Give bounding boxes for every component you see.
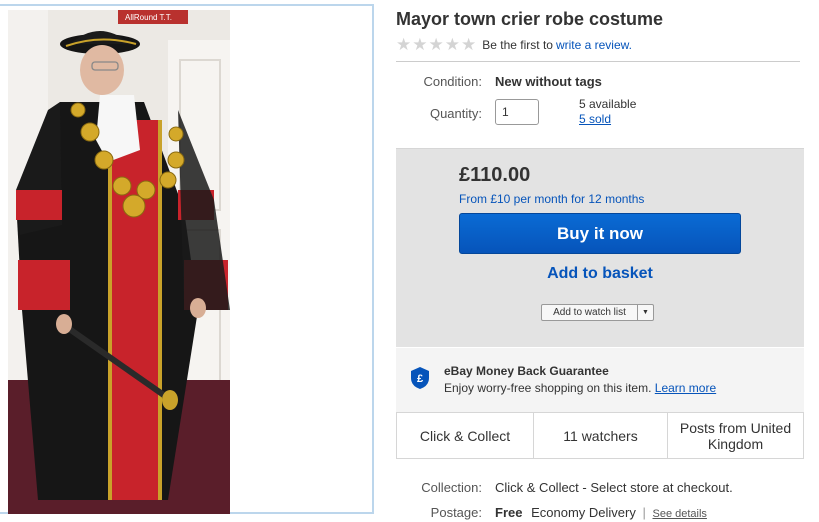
write-review-link[interactable]: write a review.	[556, 38, 632, 52]
star-rating: ★ ★ ★ ★ ★	[396, 34, 477, 55]
shield-icon: £	[411, 367, 429, 389]
postage-free: Free	[495, 505, 523, 520]
item-title: Mayor town crier robe costume	[396, 9, 664, 29]
posts-from-cell: Posts from United Kingdom	[679, 419, 792, 452]
condition-value: New without tags	[495, 74, 602, 89]
available-count: 5 available	[579, 97, 637, 111]
guarantee-description: Enjoy worry-free shopping on this item.	[444, 381, 652, 395]
star-icon: ★	[461, 34, 477, 55]
watch-list-button[interactable]: Add to watch list ▼	[541, 304, 654, 321]
buy-it-now-button[interactable]: Buy it now	[459, 213, 741, 254]
product-image-frame[interactable]: AllRound T.T.	[0, 4, 374, 514]
sold-count-link[interactable]: 5 sold	[579, 112, 611, 126]
rating-row: ★ ★ ★ ★ ★ Be the first to write a review…	[396, 36, 632, 54]
money-back-guarantee	[396, 348, 804, 412]
star-icon: ★	[428, 34, 444, 55]
star-icon: ★	[396, 34, 412, 55]
collection-label: Collection:	[421, 480, 482, 495]
postage-method: Economy Delivery	[531, 505, 636, 520]
info-cells: Click & Collect 11 watchers Posts from U…	[396, 412, 804, 459]
postage-separator: |	[642, 505, 646, 520]
star-icon: ★	[444, 34, 460, 55]
divider	[396, 61, 800, 62]
price: £110.00	[459, 164, 531, 186]
click-collect-cell: Click & Collect	[397, 413, 534, 458]
add-to-basket-button[interactable]: Add to basket	[459, 265, 741, 285]
guarantee-title: eBay Money Back Guarantee	[444, 364, 609, 378]
finance-offer-link[interactable]: From £10 per month for 12 months	[459, 192, 644, 206]
wall-sign-text: AllRound T.T.	[125, 13, 172, 22]
quantity-input[interactable]	[495, 99, 539, 125]
watchers-cell: 11 watchers	[534, 413, 668, 458]
see-details-link[interactable]: See details	[653, 508, 707, 520]
chevron-down-icon[interactable]: ▼	[638, 305, 653, 320]
mayor-robe-photo: AllRound T.T.	[8, 10, 230, 514]
collection-value: Click & Collect - Select store at checko…	[495, 480, 733, 495]
star-icon: ★	[412, 34, 428, 55]
condition-label: Condition:	[423, 74, 482, 89]
guarantee-text: Enjoy worry-free shopping on this item. …	[444, 381, 716, 395]
watch-list-label[interactable]: Add to watch list	[542, 305, 638, 320]
quantity-label: Quantity:	[429, 106, 482, 121]
postage-value: Free Economy Delivery | See details	[495, 505, 707, 520]
postage-label: Postage:	[430, 505, 482, 520]
learn-more-link[interactable]: Learn more	[655, 381, 716, 395]
review-prompt: Be the first to	[482, 38, 553, 52]
product-image[interactable]: AllRound T.T.	[8, 10, 230, 514]
shield-icon-letter: £	[417, 373, 423, 385]
